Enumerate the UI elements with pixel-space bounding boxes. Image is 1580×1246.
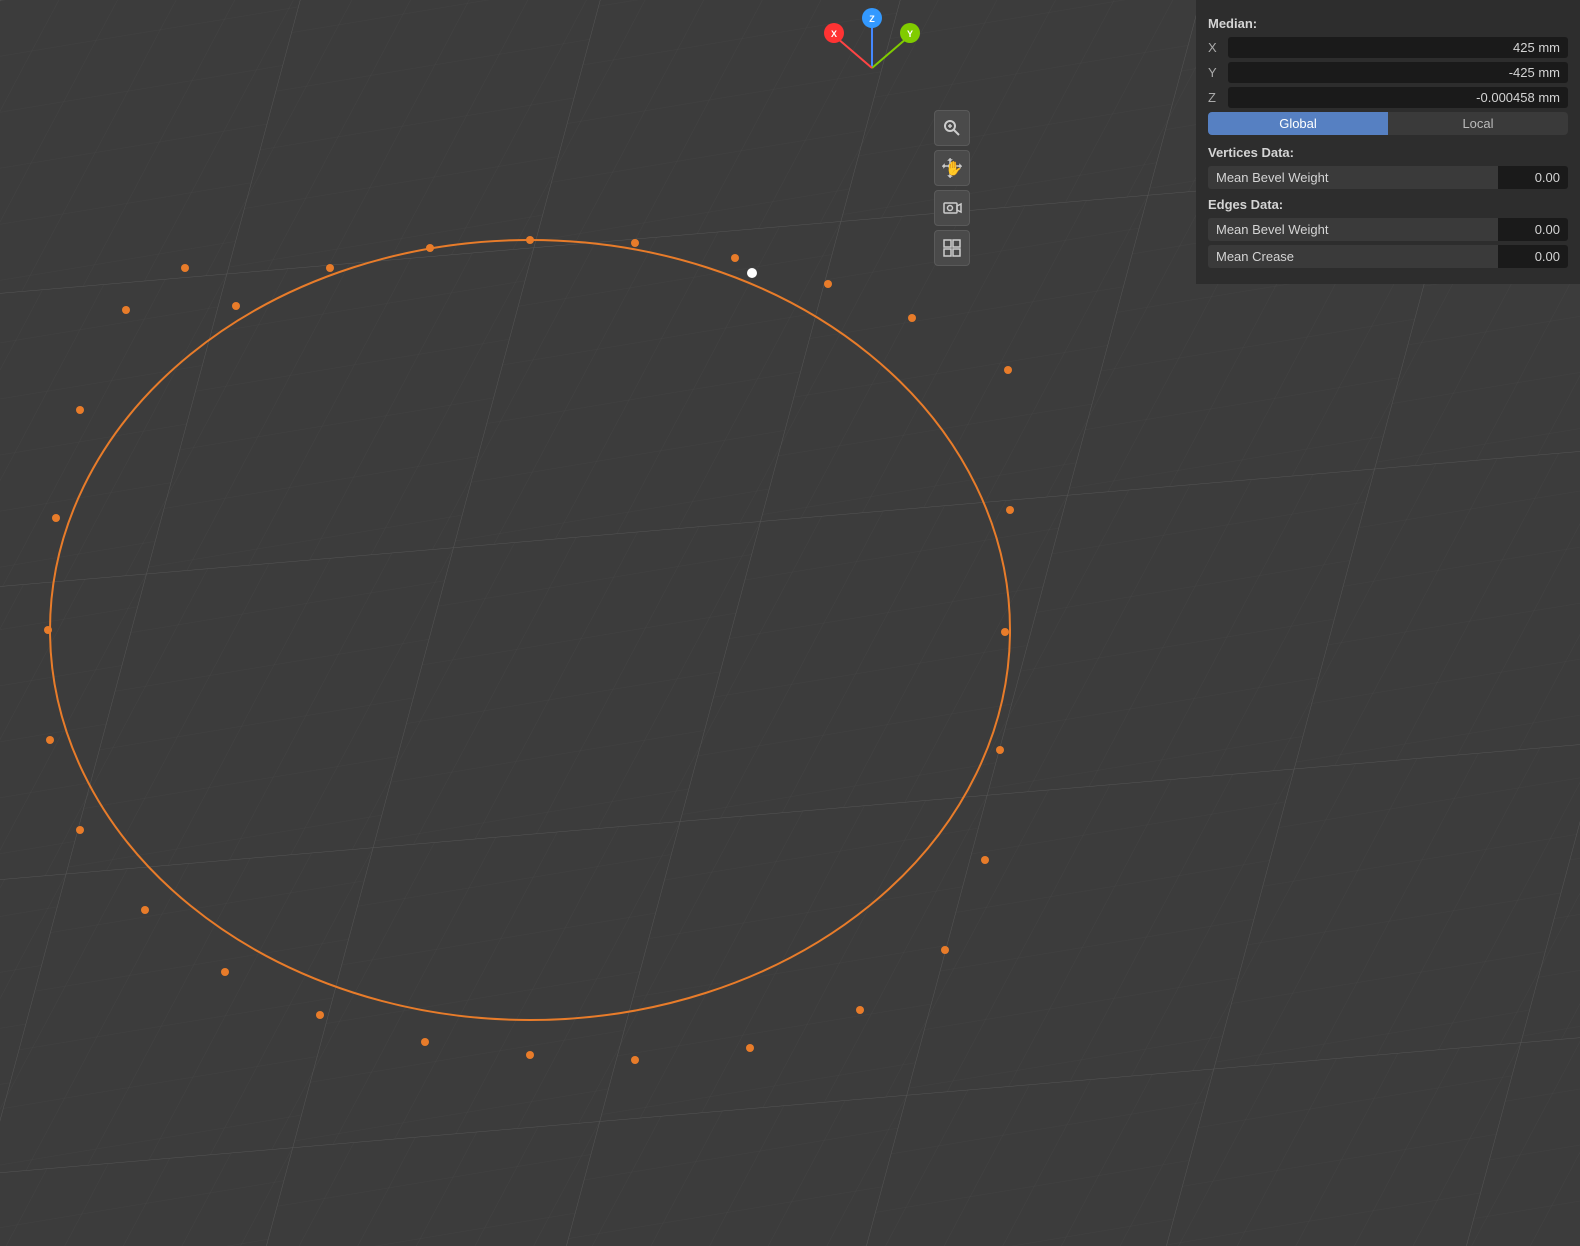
y-value[interactable]: -425 mm xyxy=(1228,62,1568,83)
y-coord-row: Y -425 mm xyxy=(1208,62,1568,83)
vertices-data-title: Vertices Data: xyxy=(1208,145,1568,160)
mean-crease-row: Mean Crease 0.00 xyxy=(1208,245,1568,268)
grid-tool-button[interactable] xyxy=(934,230,970,266)
svg-text:X: X xyxy=(831,29,837,39)
z-value[interactable]: -0.000458 mm xyxy=(1228,87,1568,108)
x-value[interactable]: 425 mm xyxy=(1228,37,1568,58)
coordinate-space-toggle[interactable]: Global Local xyxy=(1208,112,1568,135)
svg-text:Z: Z xyxy=(869,14,875,24)
properties-panel: Median: X 425 mm Y -425 mm Z -0.000458 m… xyxy=(1196,0,1580,284)
local-space-button[interactable]: Local xyxy=(1388,112,1568,135)
camera-tool-button[interactable] xyxy=(934,190,970,226)
mean-bevel-weight-vertices-value[interactable]: 0.00 xyxy=(1498,166,1568,189)
global-space-button[interactable]: Global xyxy=(1208,112,1388,135)
mean-bevel-weight-edges-row: Mean Bevel Weight 0.00 xyxy=(1208,218,1568,241)
y-label: Y xyxy=(1208,65,1228,80)
mean-bevel-weight-edges-value[interactable]: 0.00 xyxy=(1498,218,1568,241)
zoom-tool-button[interactable] xyxy=(934,110,970,146)
mean-crease-value[interactable]: 0.00 xyxy=(1498,245,1568,268)
median-section-title: Median: xyxy=(1208,16,1568,31)
svg-text:✋: ✋ xyxy=(945,160,962,176)
pan-tool-button[interactable]: ✋ xyxy=(934,150,970,186)
svg-text:Y: Y xyxy=(907,29,913,39)
mean-crease-label: Mean Crease xyxy=(1208,245,1498,268)
mean-bevel-weight-vertices-label: Mean Bevel Weight xyxy=(1208,166,1498,189)
mean-bevel-weight-edges-label: Mean Bevel Weight xyxy=(1208,218,1498,241)
edges-data-title: Edges Data: xyxy=(1208,197,1568,212)
x-label: X xyxy=(1208,40,1228,55)
mean-bevel-weight-vertices-row: Mean Bevel Weight 0.00 xyxy=(1208,166,1568,189)
navigation-gizmo[interactable]: Z Y X xyxy=(812,8,932,123)
x-coord-row: X 425 mm xyxy=(1208,37,1568,58)
z-coord-row: Z -0.000458 mm xyxy=(1208,87,1568,108)
tool-sidebar: ✋ xyxy=(934,110,970,266)
z-label: Z xyxy=(1208,90,1228,105)
